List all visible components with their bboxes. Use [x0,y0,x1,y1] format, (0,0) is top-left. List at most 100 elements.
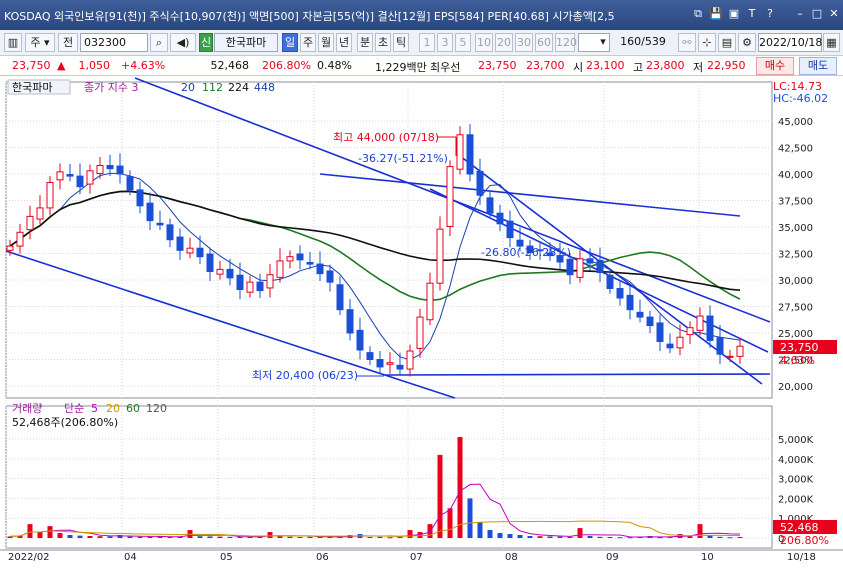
stock-code-input[interactable]: 032300 [80,33,148,52]
volume-bar [137,536,143,538]
candle-body [66,174,74,177]
candle-body [716,337,724,355]
period-second-tab[interactable]: 초 [375,33,391,52]
volume-bar [297,537,303,539]
high-annotation: 최고 44,000 (07/18) [333,131,439,144]
layout-icon[interactable]: ▣ [727,7,741,21]
candle-body [206,253,214,273]
period-minute-tab[interactable]: 분 [357,33,373,52]
minute-5-button[interactable]: 5 [455,33,471,52]
candle-body [156,222,164,226]
candle-body [296,253,304,261]
volume-bar [547,536,553,538]
minute-10-button[interactable]: 10 [475,33,493,52]
candle-body [136,189,144,207]
candle-body [336,284,344,311]
menu-dropdown[interactable]: 주 ▾ [25,33,55,52]
volume-legend: 거래량 [12,402,42,415]
candle-body [76,175,84,188]
volume-bar [507,534,513,538]
crosshair-icon[interactable]: ⊹ [698,33,716,52]
volume-ma-period: 120 [146,402,167,415]
market-selector[interactable]: 전 [58,33,78,52]
calendar-icon[interactable]: ▦ [823,33,840,52]
link-window-icon[interactable]: ⧉ [691,7,705,21]
volume-bar [737,536,743,538]
sound-icon[interactable]: ◀) [170,33,196,52]
candle-body [586,258,594,264]
maximize-button[interactable]: □ [810,7,824,21]
volume-bar [517,535,523,538]
up-triangle-icon: ▲ [57,59,66,72]
volume-bar [527,536,533,538]
chart-settings-icon[interactable]: ▥ [4,33,22,52]
candle-body [646,316,654,327]
volume-bar [477,522,483,538]
volume-bar [127,536,133,538]
volume-bar [577,528,583,538]
period-week-tab[interactable]: 주 [300,33,316,52]
period-day-tab[interactable]: 일 [282,33,298,52]
candle-body [26,215,34,231]
candle-body [606,274,614,289]
candle-body [16,231,24,247]
candle-body [46,181,54,209]
candle-body [366,352,374,360]
candle-body [226,268,234,279]
search-icon[interactable]: ⌕ [150,33,168,52]
stock-chart[interactable]: 45,000 42,500 40,000 37,500 35,000 32,500 30,0… [0,76,843,568]
config-icon[interactable]: ⚙ [738,33,756,52]
close-button[interactable]: ✕ [827,7,841,21]
candle-body [346,309,354,334]
candle-body [246,281,254,293]
minute-3-button[interactable]: 3 [437,33,453,52]
minute-120-button[interactable]: 120 [555,33,577,52]
chart-type-icon[interactable]: ▤ [718,33,736,52]
date-tick-label: 07 [410,552,423,563]
minimize-button[interactable]: – [793,7,807,21]
trading-amount: 1,229백만 [375,61,427,74]
low-annotation: 최저 20,400 (06/23) [252,369,358,382]
volume-bar [107,536,113,538]
volume-value-label: 52,468주(206.80%) [12,416,118,429]
help-icon[interactable]: ? [763,7,777,21]
price-tick-label: 37,500 [778,197,813,208]
period-tick-tab[interactable]: 틱 [393,33,409,52]
chevron-down-icon[interactable]: ▾ [597,33,609,52]
price-legend-name: 한국파마 [12,81,52,94]
candle-body [256,281,264,292]
price-legend-ma: 종가 지수 3 [84,81,138,94]
candle-body [456,134,464,170]
candle-body [186,247,194,254]
period-month-tab[interactable]: 월 [318,33,334,52]
buy-button[interactable]: 매수 [756,57,794,75]
volume-bar [427,524,433,538]
volume-bar [87,536,93,538]
candle-body [306,262,314,265]
date-input[interactable]: 2022/10/18 [758,33,822,52]
period-year-tab[interactable]: 년 [336,33,352,52]
minute-1-button[interactable]: 1 [419,33,435,52]
volume-bar [397,537,403,539]
volume-ratio: 206.80% [262,59,311,72]
volume-bar [217,536,223,538]
candle-body [416,316,424,349]
candle-body [726,355,734,358]
minute-20-button[interactable]: 20 [495,33,513,52]
turnover-rate: 0.48% [317,59,352,72]
candle-body [386,362,394,365]
candle-body [446,166,454,227]
minute-30-button[interactable]: 30 [515,33,533,52]
minute-60-button[interactable]: 60 [535,33,553,52]
sell-button[interactable]: 매도 [799,57,837,75]
volume-ma-period: 20 [106,402,120,415]
binoculars-icon[interactable]: ⚯ [678,33,696,52]
volume-bar [567,536,573,538]
high-label: 고 [633,61,644,74]
font-icon[interactable]: T [745,7,759,21]
candle-body [396,364,404,370]
volume-bar [227,536,233,538]
volume-bar [587,536,593,538]
volume-bar [437,454,443,538]
save-icon[interactable]: 💾 [709,7,723,21]
